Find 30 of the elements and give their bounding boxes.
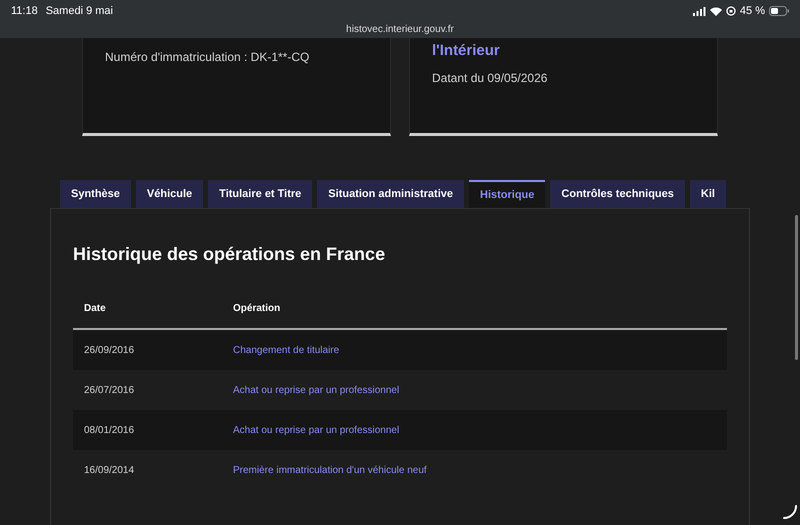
operation-link[interactable]: Changement de titulaire — [233, 342, 340, 358]
battery-percentage: 45 % — [740, 4, 765, 19]
column-header: Opération — [233, 302, 280, 316]
tab[interactable]: Titulaire et Titre — [208, 180, 312, 208]
date: Samedi 9 mai — [46, 4, 113, 19]
tab[interactable]: Historique — [469, 180, 546, 208]
operation-link[interactable]: Achat ou reprise par un professionnel — [233, 382, 400, 398]
card-text: Datant du 09/05/2026 — [432, 70, 548, 86]
date-cell-text: 16/09/2014 — [83, 464, 136, 478]
section-title: Historique des opérations en France — [73, 243, 386, 266]
tab[interactable]: Situation administrative — [317, 180, 464, 208]
date-cell-text: 26/09/2016 — [83, 344, 136, 358]
loading-spinner-icon — [783, 505, 797, 519]
tab[interactable]: Véhicule — [136, 180, 204, 208]
clock: 11:18 — [11, 4, 38, 19]
rotation-lock-icon — [726, 6, 736, 16]
battery-icon — [769, 6, 789, 16]
signal-icon — [692, 6, 706, 16]
column-header: Date — [83, 302, 107, 316]
tab[interactable]: Synthèse — [60, 180, 131, 208]
url-text: histovec.interieur.gouv.fr — [346, 23, 454, 37]
tab[interactable]: Kil — [690, 180, 726, 208]
card-text: Numéro d'immatriculation : DK-1**-CQ — [105, 49, 310, 66]
tab[interactable]: Contrôles techniques — [550, 180, 685, 208]
date-cell-text: 26/07/2016 — [83, 384, 136, 398]
card-title: l'Intérieur — [432, 41, 501, 61]
operation-link[interactable]: Première immatriculation d'un véhicule neuf — [233, 462, 427, 478]
wifi-icon — [710, 6, 722, 16]
operation-link[interactable]: Achat ou reprise par un professionnel — [233, 422, 400, 438]
date-cell-text: 08/01/2016 — [83, 424, 136, 438]
